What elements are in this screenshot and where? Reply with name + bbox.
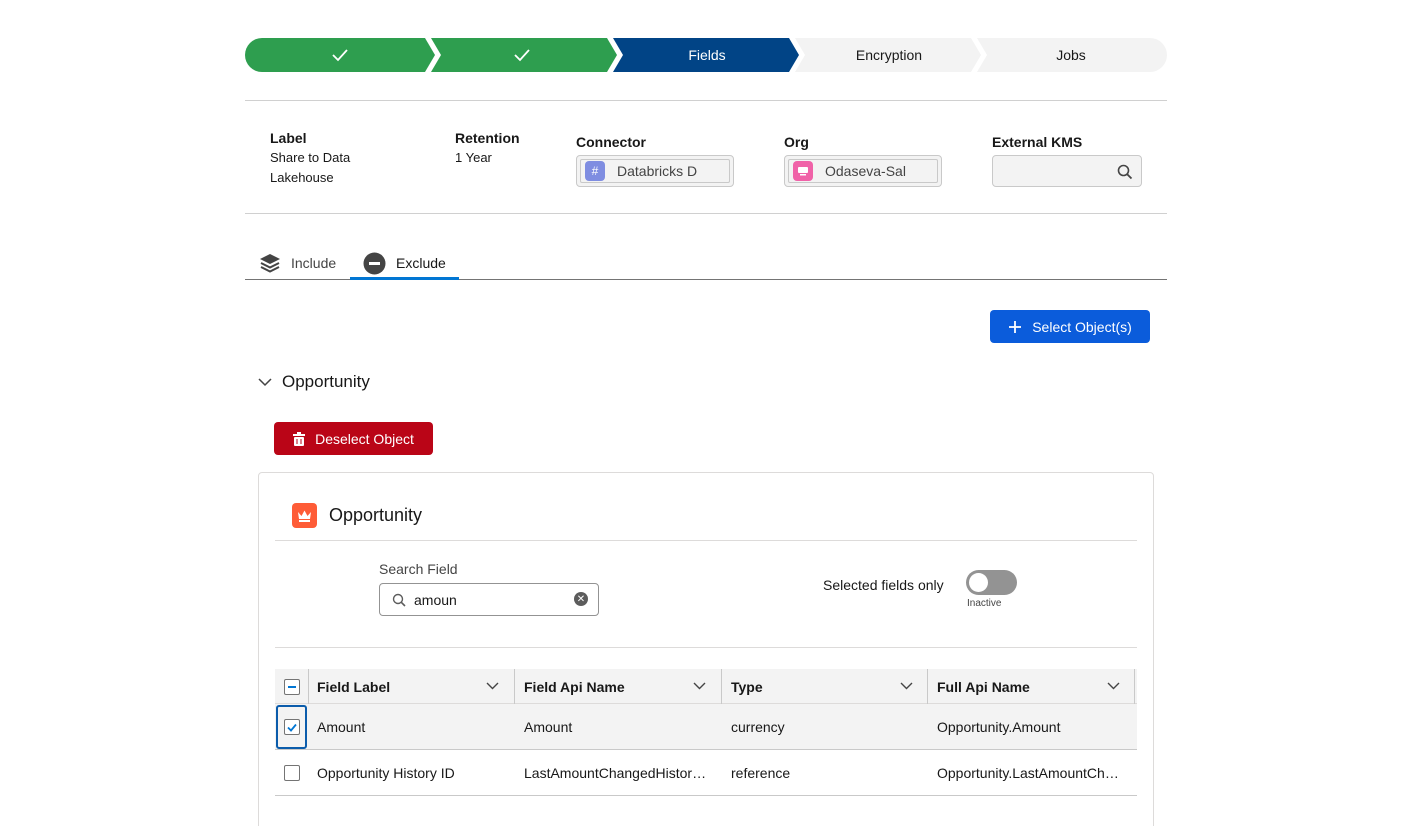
opportunity-crown-icon — [292, 503, 317, 528]
path-stage-fields[interactable]: Fields — [617, 38, 797, 72]
column-divider — [721, 669, 722, 704]
select-objects-button[interactable]: Select Object(s) — [990, 310, 1150, 343]
selected-fields-only-toggle[interactable] — [966, 570, 1017, 595]
divider — [275, 647, 1137, 648]
section-title: Opportunity — [282, 372, 370, 391]
minus-circle-icon — [363, 252, 386, 274]
column-divider — [1134, 669, 1135, 704]
kms-search-input[interactable] — [992, 155, 1142, 187]
path-stage-1-shape[interactable] — [245, 38, 435, 72]
divider — [245, 100, 1167, 101]
trash-icon — [293, 431, 306, 446]
column-divider — [927, 669, 928, 704]
divider — [275, 540, 1137, 541]
column-header-type[interactable]: Type — [731, 669, 927, 704]
tab-include-label: Include — [291, 255, 337, 271]
kms-title: External KMS — [992, 134, 1083, 150]
chevron-down-icon[interactable] — [900, 679, 913, 692]
row-checkbox[interactable] — [284, 719, 300, 735]
chevron-down-icon[interactable] — [1107, 679, 1120, 692]
select-all-checkbox[interactable] — [284, 678, 300, 695]
table-row[interactable]: Opportunity History ID LastAmountChanged… — [275, 750, 1137, 796]
tab-exclude-label: Exclude — [396, 255, 446, 271]
chevron-down-icon — [258, 378, 272, 387]
org-icon — [793, 161, 813, 181]
retention-value: 1 Year — [455, 150, 492, 165]
row-checkbox[interactable] — [284, 765, 300, 781]
selected-fields-only-label: Selected fields only — [823, 577, 944, 593]
progress-path: Fields Encryption Jobs — [245, 38, 1167, 72]
search-icon — [392, 593, 406, 607]
cell-type: currency — [731, 719, 785, 735]
clear-icon[interactable]: ✕ — [574, 592, 588, 606]
card-header: Opportunity — [292, 503, 422, 528]
chevron-down-icon[interactable] — [486, 679, 499, 692]
org-title: Org — [784, 134, 809, 150]
column-divider — [514, 669, 515, 704]
plus-icon — [1009, 320, 1022, 333]
row-select-cell — [284, 750, 300, 796]
deselect-object-label: Deselect Object — [315, 430, 414, 447]
search-field-label: Search Field — [379, 561, 458, 577]
org-value: Odaseva-Sal — [825, 163, 906, 179]
table-row[interactable]: Amount Amount currency Opportunity.Amoun… — [275, 704, 1137, 750]
cell-field-api-name: Amount — [524, 719, 573, 735]
row-select-cell — [284, 704, 300, 750]
label-title: Label — [270, 130, 307, 146]
toggle-knob — [969, 573, 988, 592]
cell-field-label: Opportunity History ID — [317, 765, 455, 781]
cell-field-label: Amount — [317, 719, 366, 735]
search-field-value: amoun — [414, 591, 457, 608]
select-all-cell — [284, 669, 300, 704]
toggle-state-text: Inactive — [967, 598, 1002, 609]
column-header-full-api-name[interactable]: Full Api Name — [937, 669, 1134, 704]
label-line-2: Lakehouse — [270, 170, 334, 185]
label-line-1: Share to Data — [270, 150, 351, 165]
select-objects-label: Select Object(s) — [1032, 318, 1132, 335]
cell-full-api-name: Opportunity.Amount — [937, 719, 1061, 735]
check-icon — [287, 723, 297, 732]
column-header-field-api-name[interactable]: Field Api Name — [524, 669, 720, 704]
section-header-opportunity[interactable]: Opportunity — [258, 372, 370, 392]
column-header-text: Type — [731, 678, 763, 695]
card-title: Opportunity — [329, 505, 423, 525]
org-field[interactable]: Odaseva-Sal — [784, 155, 942, 187]
column-divider — [308, 669, 309, 704]
column-header-field-label[interactable]: Field Label — [317, 669, 513, 704]
path-stage-jobs[interactable]: Jobs — [981, 38, 1161, 72]
layers-icon — [260, 254, 280, 273]
column-header-text: Field Label — [317, 678, 391, 695]
search-field-input[interactable]: amoun ✕ — [379, 583, 599, 616]
table-header: Field Label Field Api Name Type Full Api… — [275, 669, 1137, 704]
tab-include[interactable]: Include — [259, 248, 336, 278]
connector-value: Databricks D — [617, 163, 698, 179]
search-icon[interactable] — [1117, 164, 1133, 180]
fields-table: Field Label Field Api Name Type Full Api… — [275, 669, 1137, 796]
chevron-down-icon[interactable] — [693, 679, 706, 692]
cell-field-api-name: LastAmountChangedHistor… — [524, 765, 707, 781]
tab-exclude[interactable]: Exclude — [363, 248, 446, 278]
object-card: Opportunity Search Field amoun ✕ Selecte… — [258, 472, 1154, 826]
deselect-object-button[interactable]: Deselect Object — [274, 422, 433, 455]
retention-title: Retention — [455, 130, 520, 146]
column-header-text: Field Api Name — [524, 678, 625, 695]
divider — [245, 213, 1167, 214]
connector-title: Connector — [576, 134, 646, 150]
column-header-text: Full Api Name — [937, 678, 1030, 695]
cell-type: reference — [731, 765, 791, 781]
connector-field[interactable]: # Databricks D — [576, 155, 734, 187]
active-tab-indicator — [350, 277, 459, 280]
cell-full-api-name: Opportunity.LastAmountCh… — [937, 765, 1119, 781]
databricks-icon: # — [585, 161, 605, 181]
path-stage-encryption[interactable]: Encryption — [799, 38, 979, 72]
